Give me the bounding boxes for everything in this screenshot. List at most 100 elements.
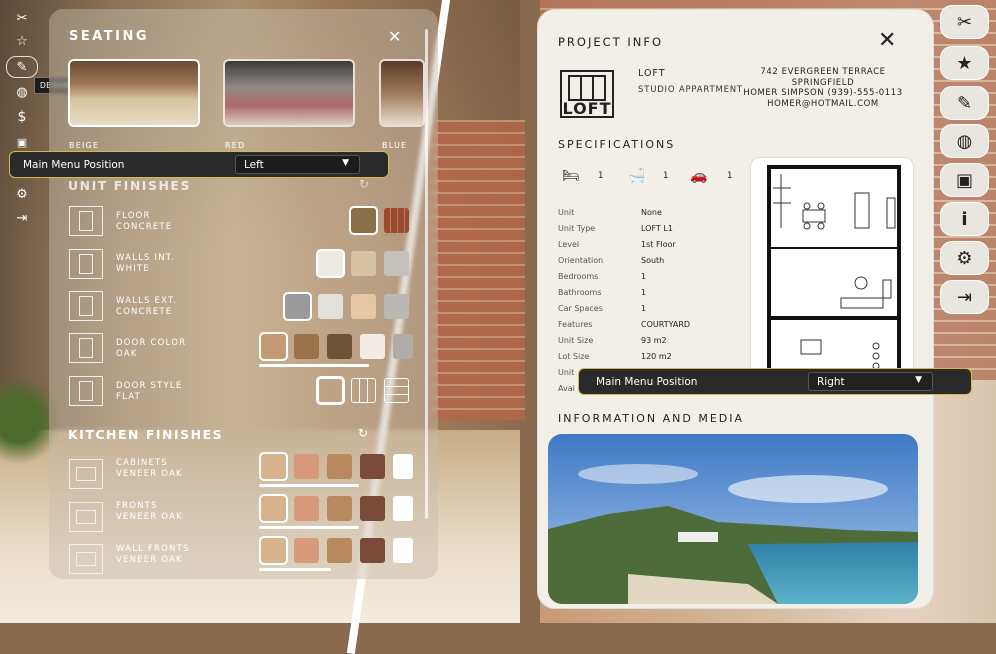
project-address: 742 EVERGREEN TERRACE SPRINGFIELD HOMER … (743, 67, 903, 109)
spec-value: 1 (641, 272, 647, 281)
bed-icon: 🛏 (562, 168, 580, 184)
swatch[interactable] (384, 208, 409, 233)
car-count: 1 (727, 171, 733, 181)
swatch[interactable] (294, 334, 319, 359)
swatch[interactable] (393, 454, 413, 479)
swatch[interactable] (351, 251, 376, 276)
swatch[interactable] (327, 538, 352, 563)
seating-label-beige: BEIGE (69, 141, 100, 150)
door-style-option[interactable] (384, 378, 409, 403)
seating-option-beige[interactable] (68, 59, 200, 127)
swatch[interactable] (393, 496, 413, 521)
spec-key: Car Spaces (558, 304, 603, 313)
swatch[interactable] (294, 496, 319, 521)
swatch[interactable] (393, 334, 413, 359)
panel-title: PROJECT INFO (558, 35, 664, 49)
finish-label: DOOR STYLE FLAT (116, 381, 183, 402)
spec-value: South (641, 256, 665, 265)
door-style-icon (69, 376, 103, 406)
tools-icon[interactable]: ✂ (9, 8, 35, 28)
scrollbar[interactable] (425, 29, 428, 519)
swatch[interactable] (261, 334, 286, 359)
spec-key: Orientation (558, 256, 604, 265)
swatch-scroll-bar[interactable] (259, 526, 359, 529)
palette-icon[interactable]: ◍ (9, 82, 35, 102)
spec-value: 93 m2 (641, 336, 667, 345)
spec-key: Features (558, 320, 593, 329)
brick-wall-left (430, 120, 525, 420)
swatch[interactable] (393, 538, 413, 563)
document-icon[interactable]: ▣ (940, 163, 989, 197)
designers-icon[interactable]: ✎ (940, 86, 989, 120)
main-menu-position-right: Main Menu Position Right ▼ (578, 368, 972, 395)
spec-key: Unit (558, 368, 575, 377)
door-style-option[interactable] (318, 378, 343, 403)
swatch[interactable] (384, 294, 409, 319)
logout-icon[interactable]: ⇥ (940, 280, 989, 314)
menu-position-label: Main Menu Position (23, 158, 125, 171)
property-photo[interactable] (548, 434, 918, 604)
menu-position-value: Right (817, 375, 845, 388)
swatch[interactable] (327, 334, 352, 359)
spec-key: Unit (558, 208, 575, 217)
spec-key: Avai (558, 384, 575, 393)
swatch[interactable] (327, 496, 352, 521)
swatch[interactable] (261, 454, 286, 479)
floor-plan[interactable] (750, 157, 914, 377)
close-icon[interactable]: ✕ (878, 28, 896, 53)
menu-position-select[interactable]: Right ▼ (808, 372, 933, 391)
finish-label: FRONTS VENEER OAK (116, 501, 183, 522)
bathroom-count: 1 (663, 171, 669, 181)
swatch[interactable] (261, 538, 286, 563)
swatch[interactable] (360, 538, 385, 563)
swatch[interactable] (360, 454, 385, 479)
specifications-title: SPECIFICATIONS (558, 138, 676, 151)
gear-icon[interactable]: ⚙ (940, 241, 989, 275)
swatch-scroll-bar[interactable] (259, 484, 359, 487)
swatch[interactable] (261, 496, 286, 521)
swatch[interactable] (318, 251, 343, 276)
swatch[interactable] (327, 454, 352, 479)
swatch[interactable] (351, 208, 376, 233)
seating-option-blue[interactable] (379, 59, 425, 127)
star-icon[interactable]: ★ (940, 46, 989, 80)
palette-icon[interactable]: ◍ (940, 124, 989, 158)
unit-finishes-title: UNIT FINISHES (68, 178, 191, 193)
reset-icon[interactable]: ↻ (359, 177, 369, 191)
spec-value: 1 (641, 304, 647, 313)
door-style-option[interactable] (351, 378, 376, 403)
swatch[interactable] (285, 294, 310, 319)
project-name: LOFT (638, 68, 666, 79)
gear-icon[interactable]: ⚙ (9, 184, 35, 204)
star-icon[interactable]: ☆ (9, 31, 35, 51)
menu-position-select[interactable]: Left ▼ (235, 155, 360, 174)
swatch-scroll-bar[interactable] (259, 364, 369, 367)
seating-option-red[interactable] (223, 59, 355, 127)
swatch[interactable] (318, 294, 343, 319)
spec-key: Bedrooms (558, 272, 599, 281)
info-icon[interactable]: i (940, 202, 989, 236)
swatch[interactable] (294, 538, 319, 563)
project-logo: LOFT (560, 70, 614, 118)
wall-fronts-icon (69, 544, 103, 574)
swatch[interactable] (360, 496, 385, 521)
logout-icon[interactable]: ⇥ (9, 208, 35, 228)
swatch-scroll-bar[interactable] (259, 568, 331, 571)
bedroom-count: 1 (598, 171, 604, 181)
spec-key: Level (558, 240, 580, 249)
tools-icon[interactable]: ✂ (940, 5, 989, 39)
close-icon[interactable]: ✕ (388, 27, 401, 46)
swatch[interactable] (360, 334, 385, 359)
swatch[interactable] (384, 251, 409, 276)
main-menu-position-left: Main Menu Position Left ▼ (9, 151, 389, 178)
floor-icon (69, 206, 103, 236)
swatch[interactable] (351, 294, 376, 319)
dollar-icon[interactable]: $ (9, 107, 35, 127)
document-icon[interactable]: ▣ (9, 132, 35, 152)
swatch[interactable] (294, 454, 319, 479)
spec-value: LOFT L1 (641, 224, 673, 233)
designers-icon[interactable]: ✎ (6, 56, 38, 78)
cabinets-icon (69, 459, 103, 489)
finish-label: WALLS EXT. CONCRETE (116, 296, 178, 317)
reset-icon[interactable]: ↻ (358, 426, 368, 440)
